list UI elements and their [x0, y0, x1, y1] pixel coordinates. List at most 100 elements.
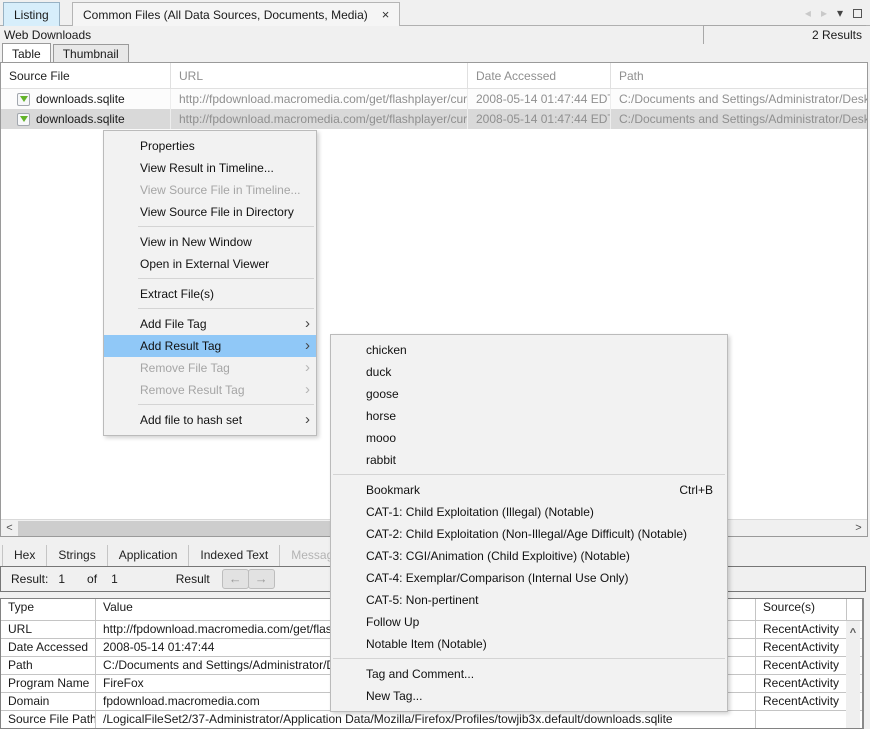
- submenu-item-new-tag[interactable]: New Tag...: [331, 685, 727, 707]
- path-cell: C:/Documents and Settings/Administrator/…: [611, 89, 867, 109]
- submenu-item-notable-item[interactable]: Notable Item (Notable): [331, 633, 727, 655]
- meta-source: [756, 711, 847, 728]
- submenu-arrow-icon: ›: [305, 357, 310, 379]
- tab-table[interactable]: Table: [2, 43, 51, 62]
- tab-thumbnail-label: Thumbnail: [63, 47, 119, 61]
- tag-submenu: chicken duck goose horse mooo rabbit Ctr…: [330, 334, 728, 712]
- column-header-source-file[interactable]: Source File: [1, 63, 171, 88]
- scroll-left-icon[interactable]: <: [1, 520, 18, 537]
- tab-application[interactable]: Application: [108, 545, 190, 566]
- date-accessed-cell: 2008-05-14 01:47:44 EDT: [468, 109, 611, 129]
- meta-source: RecentActivity: [756, 639, 847, 656]
- submenu-item-chicken[interactable]: chicken: [331, 339, 727, 361]
- result-total: 1: [111, 572, 118, 586]
- maximize-icon[interactable]: [853, 9, 862, 18]
- result-count-badge: 2 Results: [703, 25, 866, 44]
- tab-table-label: Table: [12, 47, 41, 61]
- submenu-arrow-icon: ›: [305, 409, 310, 431]
- column-header-date-accessed[interactable]: Date Accessed: [468, 63, 611, 88]
- submenu-item-mooo[interactable]: mooo: [331, 427, 727, 449]
- next-result-button[interactable]: →: [248, 569, 275, 589]
- submenu-item-rabbit[interactable]: rabbit: [331, 449, 727, 471]
- submenu-item-duck[interactable]: duck: [331, 361, 727, 383]
- meta-source: RecentActivity: [756, 693, 847, 710]
- table-row[interactable]: downloads.sqlite http://fpdownload.macro…: [1, 89, 867, 109]
- column-header-path[interactable]: Path: [611, 63, 867, 88]
- meta-source: RecentActivity: [756, 657, 847, 674]
- menu-item-view-result-in-timeline[interactable]: View Result in Timeline...: [104, 157, 316, 179]
- menu-item-label: Add file to hash set: [140, 413, 242, 427]
- submenu-item-cat4[interactable]: CAT-4: Exemplar/Comparison (Internal Use…: [331, 567, 727, 589]
- submenu-item-tag-and-comment[interactable]: Tag and Comment...: [331, 663, 727, 685]
- menu-separator: [333, 474, 725, 475]
- submenu-item-cat5[interactable]: CAT-5: Non-pertinent: [331, 589, 727, 611]
- prev-result-button[interactable]: ←: [222, 569, 249, 589]
- submenu-item-bookmark[interactable]: Ctrl+B Bookmark: [331, 479, 727, 501]
- page-title: Web Downloads: [4, 28, 91, 42]
- metadata-row[interactable]: Source File Path /LogicalFileSet2/37-Adm…: [1, 711, 862, 729]
- menu-item-properties[interactable]: Properties: [104, 135, 316, 157]
- tab-listing-label: Listing: [14, 8, 49, 22]
- vertical-scrollbar[interactable]: ^: [846, 621, 860, 729]
- column-header-type[interactable]: Type: [1, 599, 96, 620]
- submenu-item-cat1[interactable]: CAT-1: Child Exploitation (Illegal) (Not…: [331, 501, 727, 523]
- context-menu: Properties View Result in Timeline... Vi…: [103, 130, 317, 436]
- menu-separator: [138, 226, 314, 227]
- menu-item-remove-result-tag: Remove Result Tag ›: [104, 379, 316, 401]
- url-cell: http://fpdownload.macromedia.com/get/fla…: [171, 109, 468, 129]
- close-tab-icon[interactable]: ×: [382, 8, 390, 21]
- meta-value: /LogicalFileSet2/37-Administrator/Applic…: [96, 711, 756, 728]
- result-of-label: of: [87, 572, 97, 586]
- submenu-arrow-icon: ›: [305, 335, 310, 357]
- menu-item-add-file-to-hash-set[interactable]: Add file to hash set ›: [104, 409, 316, 431]
- tab-strings[interactable]: Strings: [47, 545, 107, 566]
- source-file-cell: downloads.sqlite: [1, 89, 171, 109]
- table-row-selected[interactable]: downloads.sqlite http://fpdownload.macro…: [1, 109, 867, 129]
- menu-item-add-result-tag[interactable]: Add Result Tag ›: [104, 335, 316, 357]
- submenu-arrow-icon: ›: [305, 379, 310, 401]
- meta-type: Program Name: [1, 675, 96, 692]
- nav-back-icon[interactable]: ◂: [805, 6, 811, 20]
- submenu-arrow-icon: ›: [305, 313, 310, 335]
- url-cell: http://fpdownload.macromedia.com/get/fla…: [171, 89, 468, 109]
- download-file-icon: [17, 113, 30, 126]
- tab-common-files-label: Common Files (All Data Sources, Document…: [83, 8, 368, 22]
- tab-indexed-text[interactable]: Indexed Text: [189, 545, 280, 566]
- meta-type: Domain: [1, 693, 96, 710]
- submenu-item-follow-up[interactable]: Follow Up: [331, 611, 727, 633]
- menu-separator: [138, 404, 314, 405]
- menu-item-view-source-file-in-directory[interactable]: View Source File in Directory: [104, 201, 316, 223]
- menu-separator: [138, 308, 314, 309]
- menu-item-view-source-file-in-timeline: View Source File in Timeline...: [104, 179, 316, 201]
- menu-separator: [333, 658, 725, 659]
- scroll-up-icon[interactable]: ^: [846, 621, 860, 639]
- tab-common-files[interactable]: Common Files (All Data Sources, Document…: [72, 2, 400, 26]
- source-file-cell: downloads.sqlite: [1, 109, 171, 129]
- scroll-right-icon[interactable]: >: [850, 520, 867, 537]
- submenu-item-horse[interactable]: horse: [331, 405, 727, 427]
- submenu-item-cat2[interactable]: CAT-2: Child Exploitation (Non-Illegal/A…: [331, 523, 727, 545]
- nav-forward-icon[interactable]: ▸: [821, 6, 827, 20]
- source-file-name: downloads.sqlite: [36, 112, 125, 126]
- menu-item-remove-file-tag: Remove File Tag ›: [104, 357, 316, 379]
- menu-item-label: Remove Result Tag: [140, 383, 245, 397]
- shortcut-label: Ctrl+B: [679, 479, 713, 501]
- tab-thumbnail[interactable]: Thumbnail: [53, 44, 129, 62]
- meta-source: RecentActivity: [756, 621, 847, 638]
- menu-item-label: Bookmark: [366, 483, 420, 497]
- menu-item-extract-files[interactable]: Extract File(s): [104, 283, 316, 305]
- column-header-sources[interactable]: Source(s): [756, 599, 847, 620]
- meta-type: Path: [1, 657, 96, 674]
- menu-item-open-in-external-viewer[interactable]: Open in External Viewer: [104, 253, 316, 275]
- path-cell: C:/Documents and Settings/Administrator/…: [611, 109, 867, 129]
- source-file-name: downloads.sqlite: [36, 92, 125, 106]
- submenu-item-cat3[interactable]: CAT-3: CGI/Animation (Child Exploitive) …: [331, 545, 727, 567]
- tab-listing[interactable]: Listing: [3, 2, 60, 26]
- tab-hex[interactable]: Hex: [2, 545, 47, 566]
- tab-list-caret-icon[interactable]: ▾: [837, 6, 843, 20]
- menu-item-add-file-tag[interactable]: Add File Tag ›: [104, 313, 316, 335]
- column-header-url[interactable]: URL: [171, 63, 468, 88]
- listing-header: Web Downloads 2 Results: [0, 26, 870, 44]
- menu-item-view-in-new-window[interactable]: View in New Window: [104, 231, 316, 253]
- submenu-item-goose[interactable]: goose: [331, 383, 727, 405]
